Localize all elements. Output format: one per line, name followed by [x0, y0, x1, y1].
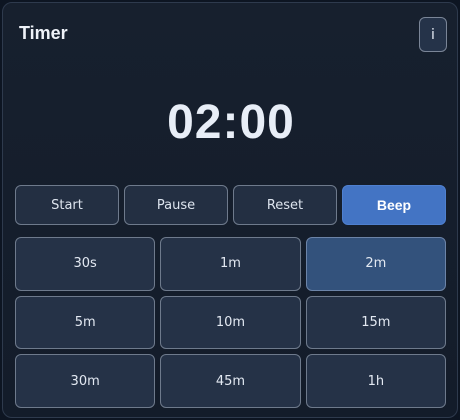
beep-toggle-button[interactable]: Beep [342, 185, 446, 225]
timer-panel: Timer i 02:00 Start Pause Reset Beep 30s… [2, 2, 458, 418]
preset-grid: 30s 1m 2m 5m 10m 15m 30m 45m 1h [15, 237, 446, 408]
panel-title: Timer [19, 23, 68, 43]
reset-button[interactable]: Reset [233, 185, 337, 225]
preset-button-5m[interactable]: 5m [15, 295, 156, 350]
preset-button-2m[interactable]: 2m [305, 237, 446, 291]
preset-button-15m[interactable]: 15m [305, 295, 446, 350]
start-button[interactable]: Start [15, 185, 119, 225]
preset-button-1m[interactable]: 1m [160, 237, 301, 291]
preset-button-10m[interactable]: 10m [160, 295, 301, 350]
preset-button-1h[interactable]: 1h [305, 354, 446, 408]
info-button[interactable]: i [419, 17, 447, 52]
preset-button-30s[interactable]: 30s [15, 237, 156, 291]
preset-button-30m[interactable]: 30m [15, 354, 156, 408]
time-display: 02:00 [167, 96, 295, 149]
preset-button-45m[interactable]: 45m [160, 354, 301, 408]
pause-button[interactable]: Pause [124, 185, 228, 225]
control-bar: Start Pause Reset Beep [15, 185, 446, 225]
